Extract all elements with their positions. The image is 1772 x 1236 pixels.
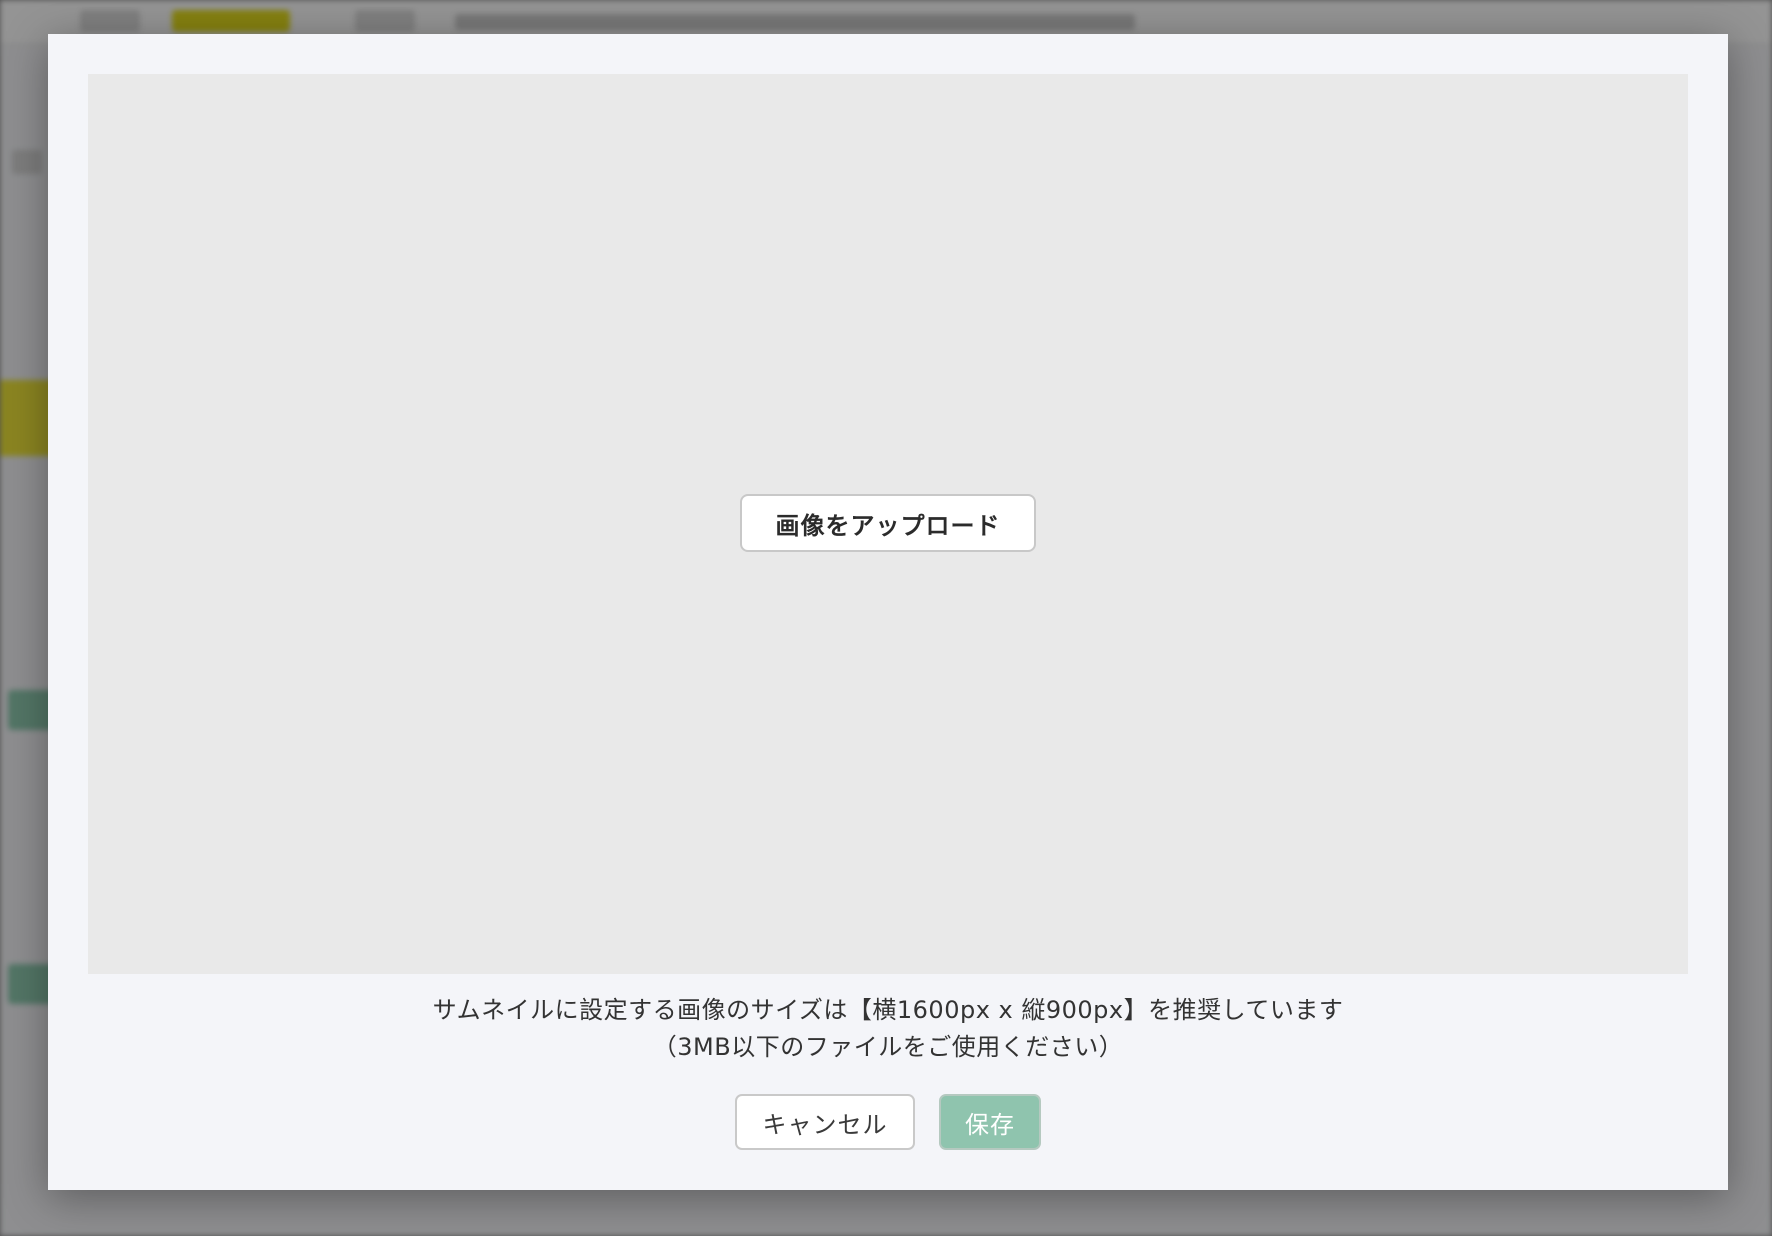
cancel-button[interactable]: キャンセル <box>735 1094 915 1150</box>
image-size-notice: サムネイルに設定する画像のサイズは【横1600px x 縦900px】を推奨して… <box>48 992 1728 1066</box>
image-dropzone[interactable]: 画像をアップロード <box>88 74 1688 974</box>
thumbnail-upload-dialog: 画像をアップロード サムネイルに設定する画像のサイズは【横1600px x 縦9… <box>48 34 1728 1190</box>
notice-line-recommended-size: サムネイルに設定する画像のサイズは【横1600px x 縦900px】を推奨して… <box>432 996 1344 1024</box>
dialog-actions: キャンセル 保存 <box>48 1094 1728 1150</box>
upload-image-button[interactable]: 画像をアップロード <box>740 494 1036 552</box>
save-button[interactable]: 保存 <box>939 1094 1041 1150</box>
notice-line-file-limit: （3MB以下のファイルをご使用ください） <box>652 1033 1124 1061</box>
